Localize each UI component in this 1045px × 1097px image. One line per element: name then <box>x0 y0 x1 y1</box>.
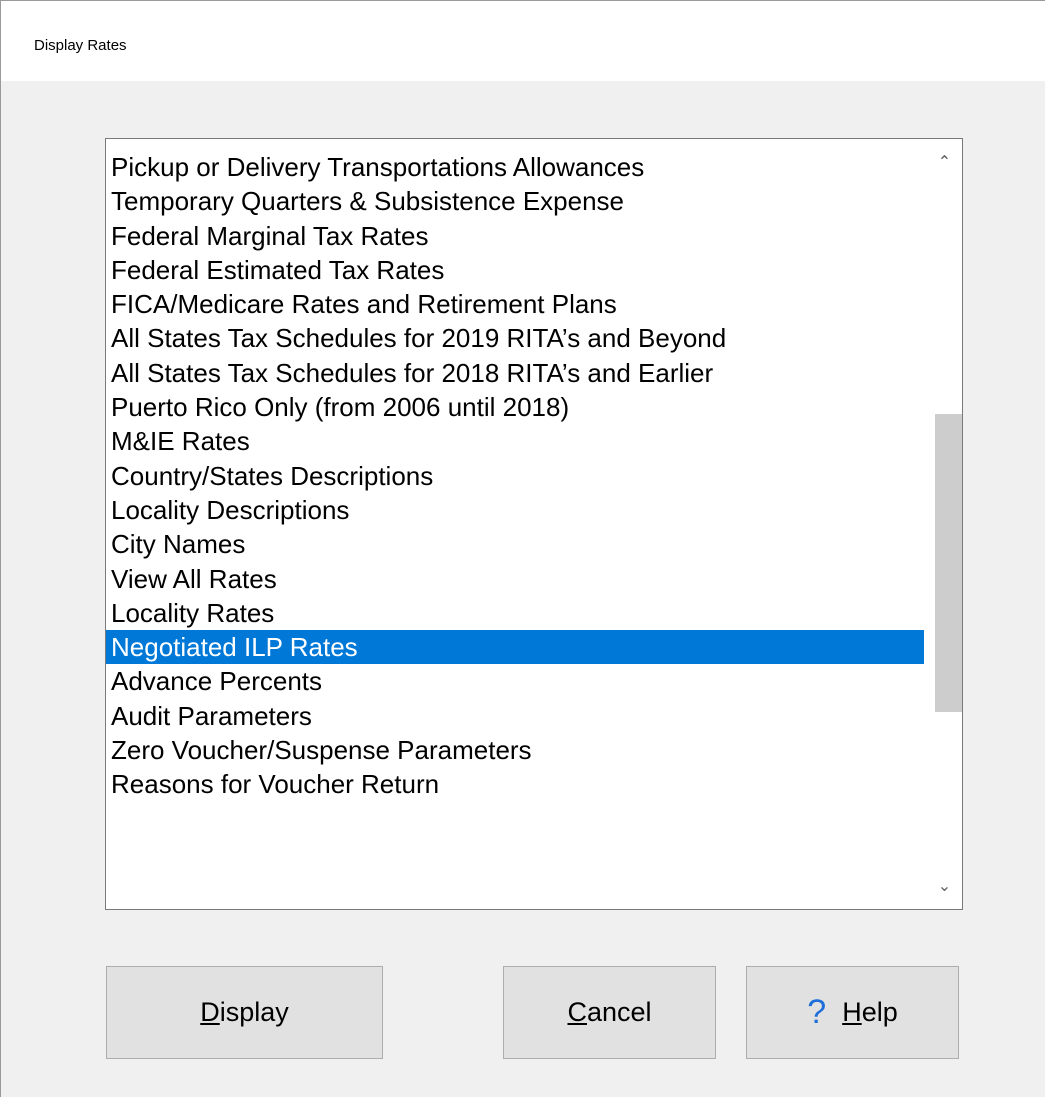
help-button-mnemonic: H <box>842 997 862 1027</box>
display-button[interactable]: Display <box>106 966 383 1059</box>
list-item[interactable]: Advance Percents <box>106 664 924 698</box>
list-item[interactable]: Reasons for Voucher Return <box>106 767 924 801</box>
chevron-down-icon[interactable]: ⌄ <box>927 869 962 903</box>
list-item[interactable]: Negotiated ILP Rates <box>106 630 924 665</box>
list-item[interactable]: All States Tax Schedules for 2018 RITA’s… <box>106 356 924 390</box>
list-item[interactable]: Audit Parameters <box>106 699 924 733</box>
list-item[interactable]: All States Tax Schedules for 2019 RITA’s… <box>106 321 924 355</box>
rates-listbox[interactable]: Pickup or Delivery Transportations Allow… <box>105 138 963 910</box>
vertical-scrollbar[interactable]: ⌃ ⌄ <box>927 139 962 909</box>
display-button-mnemonic: D <box>200 997 220 1027</box>
scrollbar-thumb[interactable] <box>935 414 962 712</box>
rates-list: Pickup or Delivery Transportations Allow… <box>106 150 924 802</box>
help-button-label: elp <box>861 997 898 1027</box>
question-mark-icon: ? <box>807 993 827 1031</box>
display-rates-dialog: Display Rates Pickup or Delivery Transpo… <box>0 0 1045 1097</box>
list-item[interactable]: Country/States Descriptions <box>106 459 924 493</box>
list-item[interactable]: Temporary Quarters & Subsistence Expense <box>106 184 924 218</box>
list-item[interactable]: View All Rates <box>106 562 924 596</box>
chevron-up-icon[interactable]: ⌃ <box>927 145 962 179</box>
list-item[interactable]: Zero Voucher/Suspense Parameters <box>106 733 924 767</box>
list-item[interactable]: Federal Marginal Tax Rates <box>106 219 924 253</box>
list-item[interactable]: Federal Estimated Tax Rates <box>106 253 924 287</box>
list-item[interactable]: M&IE Rates <box>106 424 924 458</box>
list-item[interactable]: FICA/Medicare Rates and Retirement Plans <box>106 287 924 321</box>
cancel-button[interactable]: Cancel <box>503 966 716 1059</box>
list-item[interactable]: Locality Descriptions <box>106 493 924 527</box>
help-button[interactable]: ? Help <box>746 966 959 1059</box>
list-item[interactable]: Puerto Rico Only (from 2006 until 2018) <box>106 390 924 424</box>
display-button-label: isplay <box>219 997 289 1027</box>
cancel-button-label: ancel <box>586 997 652 1027</box>
window-title: Display Rates <box>34 37 127 54</box>
title-bar[interactable]: Display Rates <box>1 1 1045 81</box>
list-item[interactable]: City Names <box>106 527 924 561</box>
list-item[interactable]: Pickup or Delivery Transportations Allow… <box>106 150 924 184</box>
list-item[interactable]: Locality Rates <box>106 596 924 630</box>
cancel-button-mnemonic: C <box>567 997 587 1027</box>
